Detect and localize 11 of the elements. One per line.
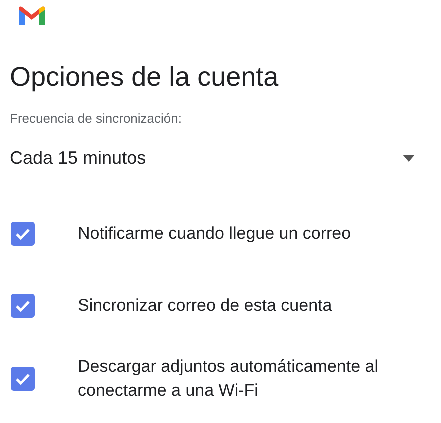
checkbox[interactable] [11,222,35,246]
option-label: Notificarme cuando llegue un correo [78,223,352,245]
dropdown-arrow-icon [403,155,415,162]
checkbox[interactable] [11,294,35,318]
option-label: Sincronizar correo de esta cuenta [78,295,334,317]
mail-logo-icon [17,5,47,27]
checkbox[interactable] [11,367,35,391]
option-label: Descargar adjuntos automáticamente al conectarme a una Wi-Fi [78,356,380,402]
sync-frequency-dropdown[interactable]: Cada 15 minutos [10,148,441,169]
page-title: Opciones de la cuenta [10,61,280,94]
field-label: Frecuencia de sincronización: [10,111,183,126]
